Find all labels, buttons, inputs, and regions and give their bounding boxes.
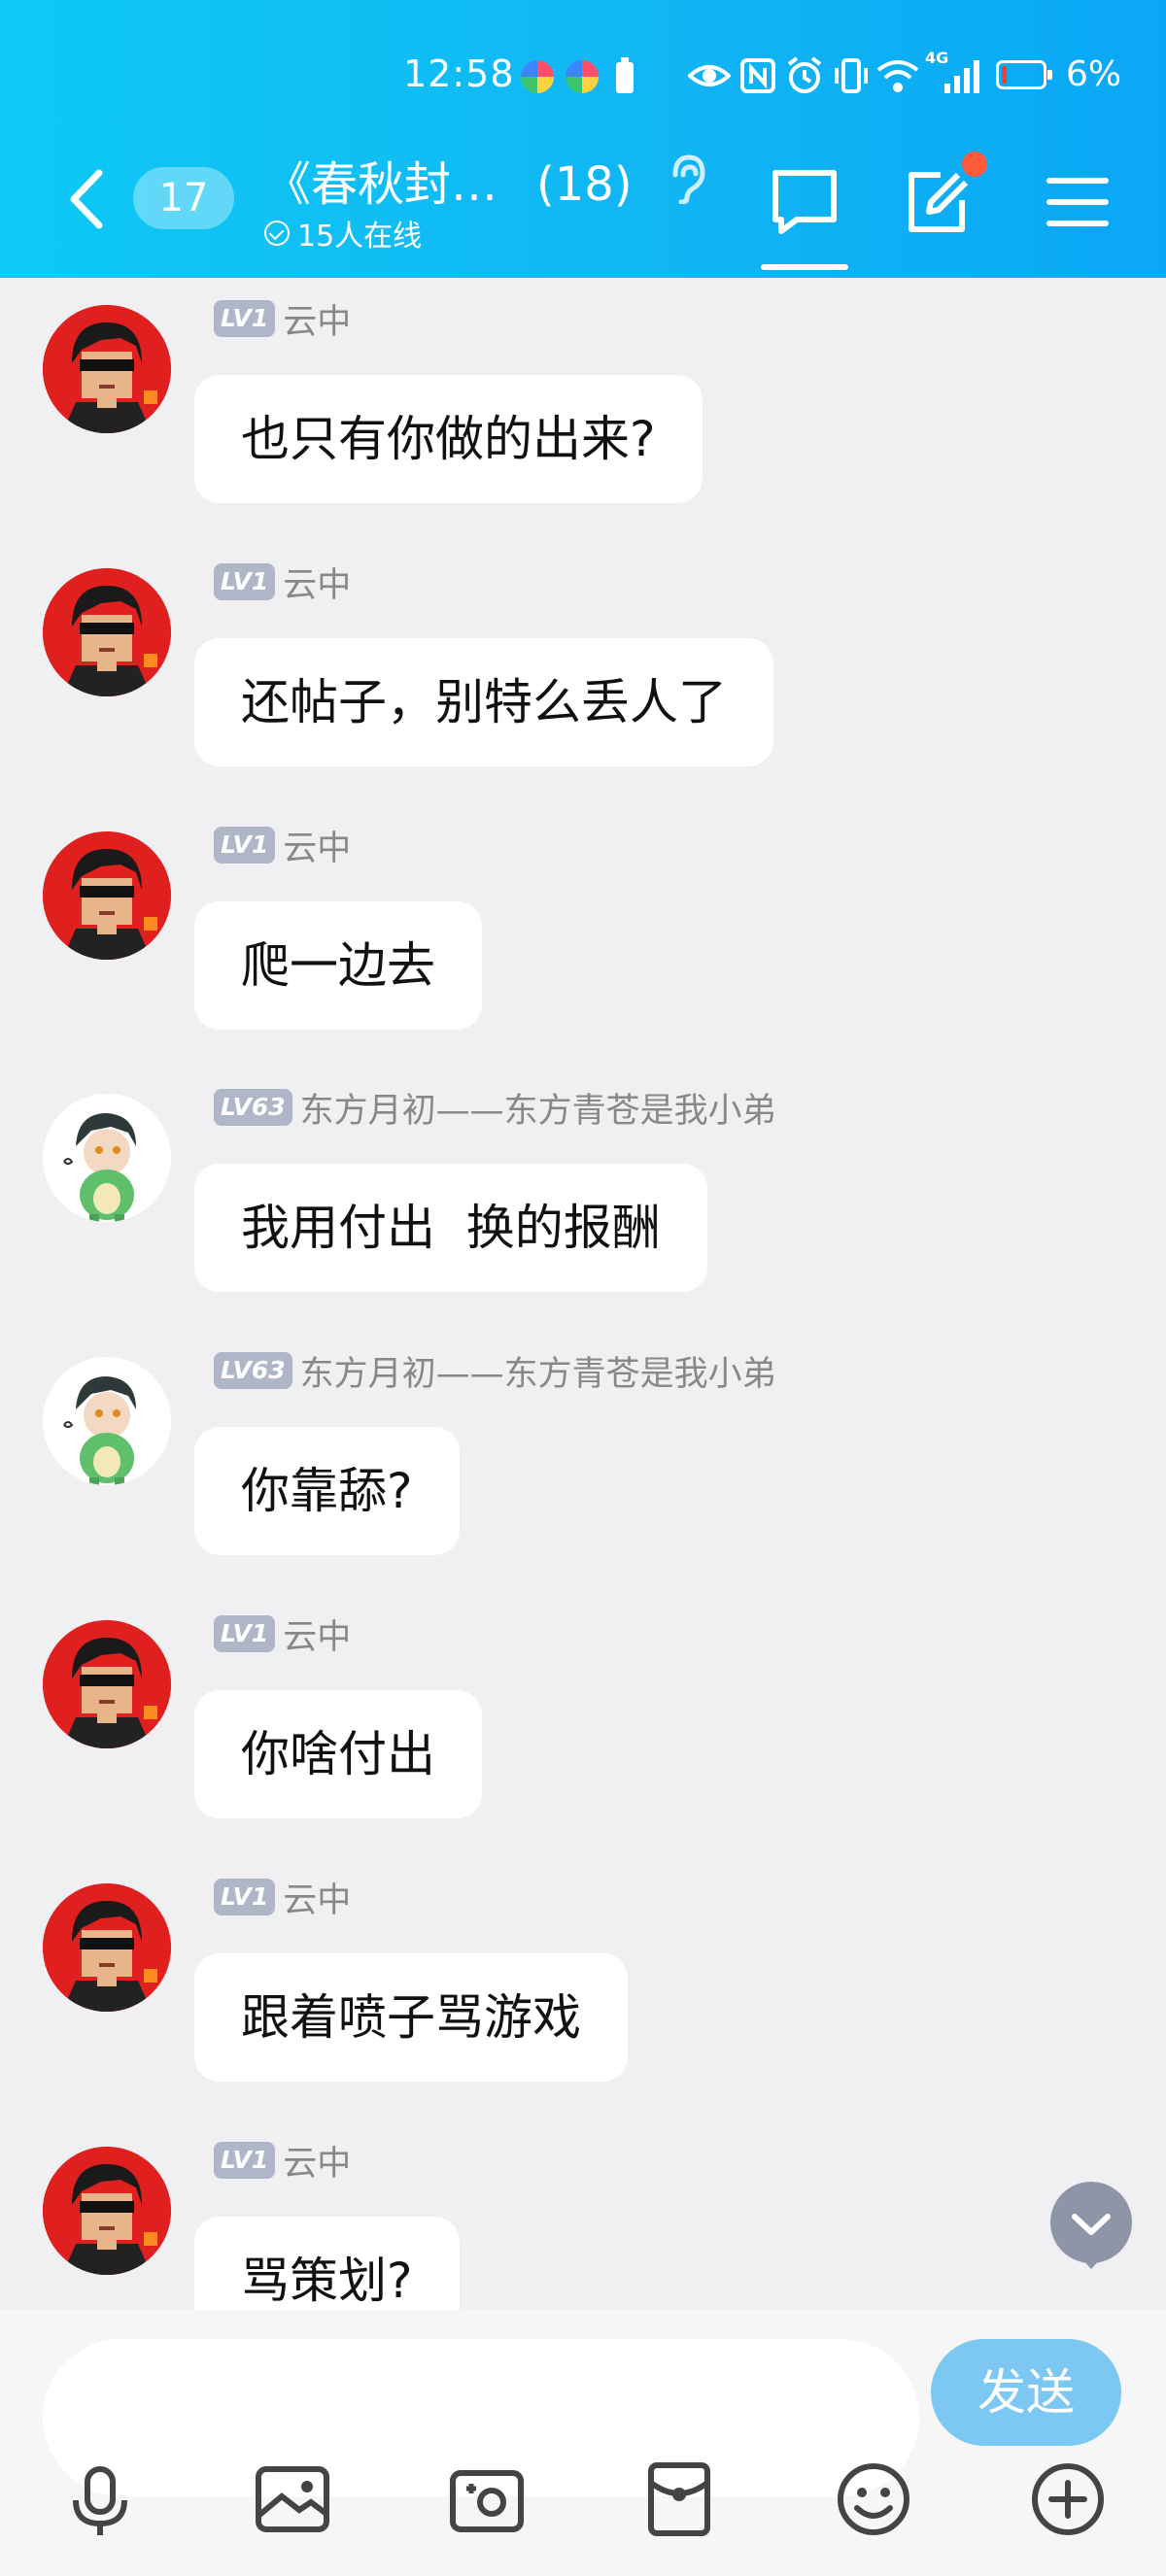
back-arrow-icon[interactable] bbox=[60, 165, 119, 233]
sender-line: LV1 云中 bbox=[214, 1878, 351, 1920]
send-button[interactable]: 发送 bbox=[931, 2339, 1121, 2446]
sender-line: LV63 东方月初——东方青苍是我小弟 bbox=[214, 1351, 776, 1394]
menu-icon[interactable] bbox=[1044, 165, 1112, 239]
emoji-icon[interactable] bbox=[830, 2456, 917, 2543]
sender-name[interactable]: 云中 bbox=[283, 1873, 351, 1922]
sender-name[interactable]: 东方月初——东方青苍是我小弟 bbox=[300, 1083, 776, 1133]
message-item: LV1 云中 骂策划? bbox=[0, 2119, 1166, 2310]
online-count: 15人在线 bbox=[297, 220, 423, 254]
group-name: 《春秋封… bbox=[264, 157, 498, 212]
dinosaur-costume-avatar[interactable] bbox=[43, 1094, 171, 1222]
message-item: LV1 云中 跟着喷子骂游戏 bbox=[0, 1856, 1166, 2118]
sender-name[interactable]: 云中 bbox=[283, 294, 351, 344]
scroll-to-bottom-button[interactable] bbox=[1047, 2182, 1135, 2269]
sunglasses-avatar[interactable] bbox=[43, 1883, 171, 2012]
ear-icon[interactable] bbox=[666, 153, 706, 204]
message-bubble[interactable]: 我用付出 换的报酬 bbox=[194, 1164, 707, 1292]
level-badge: LV1 bbox=[214, 300, 276, 337]
wifi-icon bbox=[876, 60, 919, 92]
image-icon[interactable] bbox=[249, 2456, 336, 2543]
sender-line: LV63 东方月初——东方青苍是我小弟 bbox=[214, 1088, 776, 1131]
message-list[interactable]: LV1 云中 也只有你做的出来? LV1 云中 还帖子，别特么丢人了 LV1 云… bbox=[0, 278, 1166, 2310]
level-badge: LV1 bbox=[214, 827, 276, 864]
message-bubble[interactable]: 爬一边去 bbox=[194, 901, 482, 1030]
level-badge: LV63 bbox=[214, 1352, 292, 1389]
message-bubble[interactable]: 也只有你做的出来? bbox=[194, 375, 703, 503]
message-item: LV63 东方月初——东方青苍是我小弟 你靠舔? bbox=[0, 1330, 1166, 1592]
sender-line: LV1 云中 bbox=[214, 1614, 351, 1657]
sender-line: LV1 云中 bbox=[214, 826, 351, 868]
member-count: (18) bbox=[536, 157, 633, 212]
active-tab-indicator bbox=[761, 264, 848, 270]
message-bubble[interactable]: 还帖子，别特么丢人了 bbox=[194, 638, 773, 766]
sender-name[interactable]: 云中 bbox=[283, 558, 351, 607]
sender-name[interactable]: 云中 bbox=[283, 1610, 351, 1659]
vibrate-icon bbox=[835, 58, 868, 93]
dinosaur-costume-avatar[interactable] bbox=[43, 1357, 171, 1485]
sunglasses-avatar[interactable] bbox=[43, 2147, 171, 2275]
message-item: LV1 云中 还帖子，别特么丢人了 bbox=[0, 541, 1166, 803]
message-bubble[interactable]: 你靠舔? bbox=[194, 1427, 460, 1555]
message-bubble[interactable]: 跟着喷子骂游戏 bbox=[194, 1953, 628, 2082]
sunglasses-avatar[interactable] bbox=[43, 1620, 171, 1748]
sunglasses-avatar[interactable] bbox=[43, 568, 171, 696]
level-badge: LV1 bbox=[214, 563, 276, 600]
check-circle-icon bbox=[264, 220, 290, 246]
edit-post-icon[interactable] bbox=[902, 165, 976, 239]
sender-line: LV1 云中 bbox=[214, 299, 351, 342]
message-item: LV63 东方月初——东方青苍是我小弟 我用付出 换的报酬 bbox=[0, 1067, 1166, 1329]
group-title[interactable]: 《春秋封… (18) bbox=[264, 146, 633, 214]
signal-icon bbox=[944, 60, 979, 93]
app-notification-icon bbox=[521, 60, 554, 93]
app-notification-icon bbox=[566, 60, 599, 93]
sender-name[interactable]: 云中 bbox=[283, 821, 351, 870]
nfc-icon bbox=[740, 58, 775, 93]
message-bubble[interactable]: 你啥付出 bbox=[194, 1690, 482, 1818]
message-item: LV1 云中 爬一边去 bbox=[0, 804, 1166, 1067]
message-item: LV1 云中 也只有你做的出来? bbox=[0, 278, 1166, 540]
sender-name[interactable]: 东方月初——东方青苍是我小弟 bbox=[300, 1346, 776, 1396]
sender-line: LV1 云中 bbox=[214, 562, 351, 605]
battery-percent: 6% bbox=[1066, 54, 1122, 94]
status-bar: 12:58 4G 6% bbox=[0, 49, 1166, 109]
notification-dot bbox=[962, 152, 987, 177]
sender-line: LV1 云中 bbox=[214, 2141, 351, 2184]
online-status: 15人在线 bbox=[264, 212, 422, 254]
sunglasses-avatar[interactable] bbox=[43, 305, 171, 433]
level-badge: LV63 bbox=[214, 1089, 292, 1126]
plus-icon[interactable] bbox=[1024, 2456, 1112, 2543]
message-item: LV1 云中 你啥付出 bbox=[0, 1593, 1166, 1855]
sunglasses-avatar[interactable] bbox=[43, 831, 171, 960]
chat-bubble-icon[interactable] bbox=[768, 165, 841, 239]
camera-icon[interactable] bbox=[443, 2456, 531, 2543]
sender-name[interactable]: 云中 bbox=[283, 2136, 351, 2186]
microphone-icon[interactable] bbox=[56, 2456, 144, 2543]
battery-saver-icon bbox=[616, 57, 634, 93]
eye-icon bbox=[688, 65, 731, 86]
level-badge: LV1 bbox=[214, 2142, 276, 2179]
clock: 12:58 bbox=[403, 52, 515, 95]
unread-count-badge[interactable]: 17 bbox=[133, 167, 234, 229]
level-badge: LV1 bbox=[214, 1879, 276, 1915]
composer-bar: 发送 bbox=[0, 2310, 1166, 2576]
level-badge: LV1 bbox=[214, 1615, 276, 1652]
message-bubble[interactable]: 骂策划? bbox=[194, 2217, 460, 2310]
red-packet-icon[interactable] bbox=[635, 2456, 723, 2543]
alarm-icon bbox=[787, 56, 822, 93]
chat-header: 12:58 4G 6% 17 《春秋封… (18) 15人在线 bbox=[0, 0, 1166, 278]
battery-icon bbox=[996, 60, 1052, 89]
